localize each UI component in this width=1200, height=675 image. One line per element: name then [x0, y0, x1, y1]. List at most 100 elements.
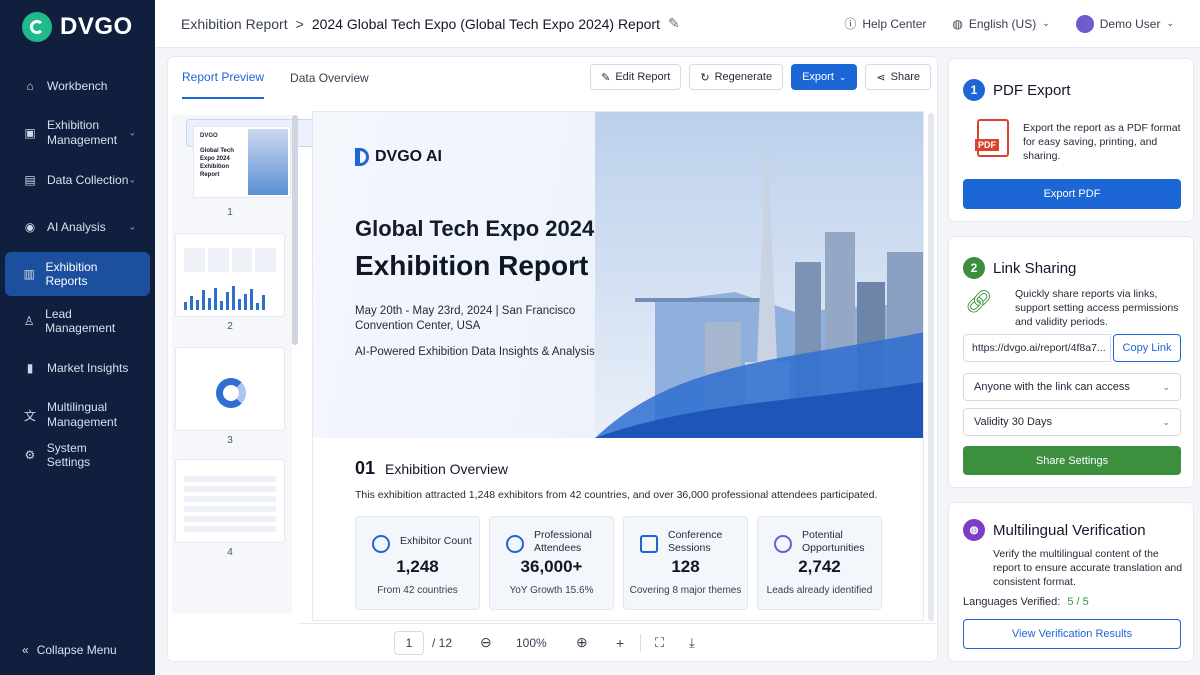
stat-label: Conference Sessions	[668, 529, 723, 554]
tab-report-preview[interactable]: Report Preview	[182, 57, 265, 99]
stat-label: Exhibitor Count	[400, 535, 472, 547]
sidebar-item-label: AI Analysis	[47, 220, 106, 234]
sidebar-item-multilingual-management[interactable]: 文 Multilingual Management	[5, 393, 150, 437]
stat-sub: YoY Growth 15.6%	[509, 585, 594, 596]
report-icon: ▥	[23, 267, 35, 281]
step-badge: 2	[963, 257, 985, 279]
user-icon: ♙	[23, 314, 35, 328]
globe-check-icon: ◍	[963, 519, 985, 541]
sidebar-item-data-collection[interactable]: ▤ Data Collection ⌄	[5, 158, 150, 202]
sidebar-item-market-insights[interactable]: ▮ Market Insights	[5, 346, 150, 390]
language-label: English (US)	[968, 16, 1037, 31]
breadcrumb: Exhibition Report > 2024 Global Tech Exp…	[181, 15, 680, 32]
refresh-icon: ↻	[700, 71, 710, 84]
breadcrumb-separator: >	[295, 15, 304, 32]
sidebar-item-workbench[interactable]: ⌂ Workbench	[5, 64, 150, 108]
thumbnail-page-number: 3	[227, 435, 233, 446]
page-number-input[interactable]: 1	[394, 630, 424, 655]
sidebar-item-label: Data Collection	[47, 173, 129, 187]
top-right-controls: ⓘ Help Center ◍ English (US) ⌄ Demo User…	[844, 14, 1174, 33]
top-bar: Exhibition Report > 2024 Global Tech Exp…	[155, 0, 1200, 48]
view-verification-results-button[interactable]: View Verification Results	[963, 619, 1181, 649]
pdf-export-panel: 1 PDF Export PDF Export the report as a …	[948, 58, 1194, 222]
stat-label: Professional Attendees	[534, 529, 592, 554]
fullscreen-icon[interactable]: ⛶	[655, 635, 689, 651]
breadcrumb-root[interactable]: Exhibition Report	[181, 16, 288, 32]
thumbnail-page-3[interactable]	[175, 347, 285, 431]
access-permission-select[interactable]: Anyone with the link can access ⌄	[963, 373, 1181, 401]
calendar-icon	[640, 535, 658, 553]
stat-sub: Leads already identified	[766, 585, 873, 596]
collapse-menu-button[interactable]: « Collapse Menu	[22, 643, 117, 657]
thumbnail-scrollbar[interactable]	[292, 115, 298, 345]
logo[interactable]: DVGO	[0, 0, 155, 54]
edit-report-label: Edit Report	[615, 71, 671, 83]
gear-icon: ⚙	[24, 448, 36, 462]
sidebar-item-ai-analysis[interactable]: ◉ AI Analysis ⌄	[5, 205, 150, 249]
page-controls: 1 / 12 ⊖ 100% ⊕ + ⛶ ⤓	[298, 623, 938, 661]
share-label: Share	[890, 71, 920, 83]
help-label: Help Center	[862, 16, 927, 31]
chevron-down-icon: ⌄	[128, 221, 136, 232]
zoom-in-icon[interactable]: ⊕	[576, 634, 616, 651]
export-button[interactable]: Export ⌄	[791, 64, 858, 90]
thumbnail-donut	[216, 378, 246, 408]
sidebar-item-system-settings[interactable]: ⚙ System Settings	[5, 440, 150, 470]
logo-icon	[22, 12, 52, 42]
copy-link-button[interactable]: Copy Link	[1113, 334, 1181, 362]
link-icon: 🔗︎	[965, 289, 993, 314]
pdf-file-icon: PDF	[975, 119, 1009, 157]
download-icon[interactable]: ⤓	[689, 635, 713, 651]
sidebar-item-label: Lead Management	[45, 307, 116, 335]
report-title-line2: Exhibition Report	[355, 250, 589, 281]
share-link-field[interactable]: https://dvgo.ai/report/4f8a7...	[963, 334, 1111, 362]
zoom-out-icon[interactable]: ⊖	[480, 634, 516, 651]
edit-title-icon[interactable]: ✎	[668, 15, 680, 32]
stat-card-opportunities: Potential Opportunities 2,742 Leads alre…	[757, 516, 882, 610]
thumbnail-stat-boxes	[184, 248, 276, 272]
logo-text: DVGO	[60, 13, 133, 40]
thumbnail-cover: DVGO Global Tech Expo 2024 Exhibition Re…	[193, 126, 291, 198]
divider	[640, 633, 641, 652]
languages-verified: Languages Verified: 5 / 5	[963, 595, 1089, 609]
export-pdf-button[interactable]: Export PDF	[963, 179, 1181, 209]
page-thumbnails: DVGO Global Tech Expo 2024 Exhibition Re…	[172, 115, 404, 613]
user-menu[interactable]: Demo User ⌄	[1075, 14, 1174, 33]
validity-select[interactable]: Validity 30 Days ⌄	[963, 408, 1181, 436]
sidebar-item-exhibition-reports[interactable]: ▥ Exhibition Reports	[5, 252, 150, 296]
sidebar-item-exhibition-management[interactable]: ▣ Exhibition Management ⌄	[5, 111, 150, 155]
sidebar-item-lead-management[interactable]: ♙ Lead Management	[5, 299, 150, 343]
regenerate-button[interactable]: ↻ Regenerate	[689, 64, 784, 90]
stat-value: 2,742	[798, 557, 841, 576]
language-selector[interactable]: ◍ English (US) ⌄	[952, 17, 1049, 31]
brand-logo-icon	[355, 148, 369, 166]
languages-verified-value: 5 / 5	[1067, 596, 1089, 608]
tab-data-overview[interactable]: Data Overview	[290, 57, 369, 99]
page-total: / 12	[432, 635, 453, 650]
help-center-link[interactable]: ⓘ Help Center	[844, 15, 926, 32]
share-settings-button[interactable]: Share Settings	[963, 446, 1181, 475]
document-scrollbar[interactable]	[928, 113, 934, 621]
thumbnail-page-4[interactable]	[175, 459, 285, 543]
collapse-menu-label: Collapse Menu	[36, 643, 117, 657]
thumbnail-page-number: 1	[227, 207, 233, 218]
panel-description: Verify the multilingual content of the r…	[993, 548, 1183, 588]
thumbnail-page-2[interactable]	[175, 233, 285, 317]
add-icon[interactable]: +	[616, 635, 640, 651]
sidebar-item-label: Multilingual Management	[47, 400, 118, 429]
panel-title: Multilingual Verification	[993, 521, 1146, 539]
breadcrumb-current: 2024 Global Tech Expo (Global Tech Expo …	[311, 15, 660, 32]
double-chevron-left-icon: «	[22, 643, 29, 657]
regenerate-label: Regenerate	[714, 71, 773, 83]
export-label: Export	[802, 71, 834, 83]
report-tabs: Report Preview Data Overview	[182, 57, 369, 99]
users-icon	[506, 535, 524, 553]
share-button[interactable]: ⋖ Share	[865, 64, 931, 90]
edit-report-button[interactable]: ✎ Edit Report	[590, 64, 682, 90]
building-icon	[372, 535, 390, 553]
clipboard-icon: ▤	[24, 173, 36, 187]
thumbnail-brand: DVGO	[200, 133, 218, 139]
share-icon: ⋖	[876, 71, 886, 84]
section-number: 01	[355, 458, 376, 478]
link-sharing-panel: 2 Link Sharing 🔗︎ Quickly share reports …	[948, 236, 1194, 488]
